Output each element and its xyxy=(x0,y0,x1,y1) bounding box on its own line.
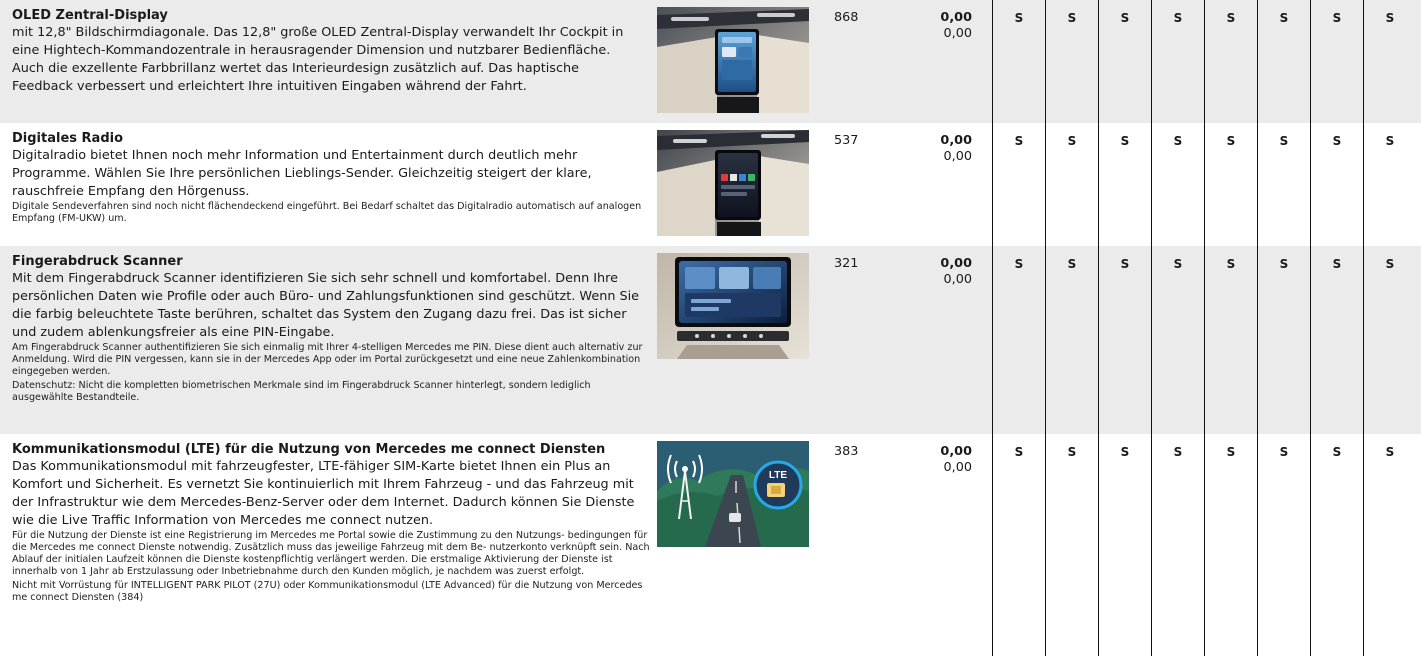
column-divider xyxy=(1363,0,1364,656)
model-availability-cell: S xyxy=(1014,134,1024,148)
option-description: Kommunikationsmodul (LTE) für die Nutzun… xyxy=(12,442,652,604)
option-description: OLED Zentral-Display mit 12,8" Bildschir… xyxy=(12,8,642,96)
price-gross: 0,00 xyxy=(943,272,973,287)
model-availability-cell: S xyxy=(1279,445,1289,459)
option-description: Digitales Radio Digitalradio bietet Ihne… xyxy=(12,131,652,225)
option-body: Mit dem Fingerabdruck Scanner identifizi… xyxy=(12,271,640,340)
digital-radio-image xyxy=(657,130,809,236)
model-availability-cell: S xyxy=(1067,445,1077,459)
price-net: 0,00 xyxy=(940,256,972,271)
option-price: 0,00 0,00 xyxy=(900,256,972,288)
model-availability-cell: S xyxy=(1279,134,1289,148)
price-gross: 0,00 xyxy=(943,460,973,475)
column-divider xyxy=(1045,0,1046,656)
option-footnote: Für die Nutzung der Dienste ist eine Reg… xyxy=(12,530,650,577)
fingerprint-scanner-image xyxy=(657,253,809,359)
model-availability-cell: S xyxy=(1120,134,1130,148)
price-net: 0,00 xyxy=(940,133,972,148)
column-divider xyxy=(992,0,993,656)
option-title: Digitales Radio xyxy=(12,131,124,146)
column-divider xyxy=(1257,0,1258,656)
option-code: 321 xyxy=(834,256,859,271)
option-body: Digitalradio bietet Ihnen noch mehr Info… xyxy=(12,148,592,199)
option-body: mit 12,8" Bildschirmdiagonale. Das 12,8"… xyxy=(12,25,624,94)
option-price: 0,00 0,00 xyxy=(900,133,972,165)
model-availability-cell: S xyxy=(1067,257,1077,271)
model-availability-cell: S xyxy=(1120,445,1130,459)
equipment-row-fingerprint-scanner: Fingerabdruck Scanner Mit dem Fingerabdr… xyxy=(0,246,1421,434)
column-divider xyxy=(1310,0,1311,656)
model-availability-cell: S xyxy=(1332,257,1342,271)
model-availability-cell: S xyxy=(1067,134,1077,148)
price-gross: 0,00 xyxy=(943,149,973,164)
column-divider xyxy=(1098,0,1099,656)
model-availability-cell: S xyxy=(1067,11,1077,25)
column-divider xyxy=(1151,0,1152,656)
option-code: 868 xyxy=(834,10,859,25)
option-title: Kommunikationsmodul (LTE) für die Nutzun… xyxy=(12,442,606,457)
price-net: 0,00 xyxy=(940,10,972,25)
model-availability-cell: S xyxy=(1332,445,1342,459)
option-title: OLED Zentral-Display xyxy=(12,8,168,23)
column-divider xyxy=(1204,0,1205,656)
price-gross: 0,00 xyxy=(943,26,973,41)
oled-display-image xyxy=(657,7,809,113)
model-availability-cell: S xyxy=(1226,11,1236,25)
model-availability-cell: S xyxy=(1279,257,1289,271)
equipment-row-lte-module: Kommunikationsmodul (LTE) für die Nutzun… xyxy=(0,434,1421,656)
model-availability-cell: S xyxy=(1173,134,1183,148)
price-net: 0,00 xyxy=(940,444,972,459)
option-footnote: Am Fingerabdruck Scanner authentifiziere… xyxy=(12,342,643,377)
model-availability-cell: S xyxy=(1332,11,1342,25)
model-availability-cell: S xyxy=(1014,11,1024,25)
model-availability-cell: S xyxy=(1120,257,1130,271)
option-title: Fingerabdruck Scanner xyxy=(12,254,183,269)
option-code: 383 xyxy=(834,444,859,459)
option-price: 0,00 0,00 xyxy=(900,444,972,476)
model-availability-cell: S xyxy=(1173,445,1183,459)
model-availability-cell: S xyxy=(1226,445,1236,459)
equipment-row-oled-display: OLED Zentral-Display mit 12,8" Bildschir… xyxy=(0,0,1421,123)
model-availability-cell: S xyxy=(1014,445,1024,459)
model-availability-cell: S xyxy=(1385,134,1395,148)
model-availability-cell: S xyxy=(1226,257,1236,271)
lte-module-image: LTE xyxy=(657,441,809,547)
model-availability-cell: S xyxy=(1173,11,1183,25)
option-footnote: Digitale Sendeverfahren sind noch nicht … xyxy=(12,201,642,224)
model-availability-cell: S xyxy=(1014,257,1024,271)
model-availability-cell: S xyxy=(1385,445,1395,459)
option-description: Fingerabdruck Scanner Mit dem Fingerabdr… xyxy=(12,254,652,404)
model-availability-cell: S xyxy=(1120,11,1130,25)
model-availability-cell: S xyxy=(1385,11,1395,25)
model-availability-cell: S xyxy=(1226,134,1236,148)
option-code: 537 xyxy=(834,133,859,148)
option-footnote: Datenschutz: Nicht die kompletten biomet… xyxy=(12,380,591,403)
model-availability-cell: S xyxy=(1279,11,1289,25)
lte-badge-label: LTE xyxy=(769,470,787,481)
model-availability-cell: S xyxy=(1385,257,1395,271)
option-body: Das Kommunikationsmodul mit fahrzeugfest… xyxy=(12,459,635,528)
option-price: 0,00 0,00 xyxy=(900,10,972,42)
equipment-row-digital-radio: Digitales Radio Digitalradio bietet Ihne… xyxy=(0,123,1421,246)
model-availability-cell: S xyxy=(1332,134,1342,148)
model-availability-cell: S xyxy=(1173,257,1183,271)
option-footnote: Nicht mit Vorrüstung für INTELLIGENT PAR… xyxy=(12,580,643,603)
equipment-price-list: OLED Zentral-Display mit 12,8" Bildschir… xyxy=(0,0,1421,656)
